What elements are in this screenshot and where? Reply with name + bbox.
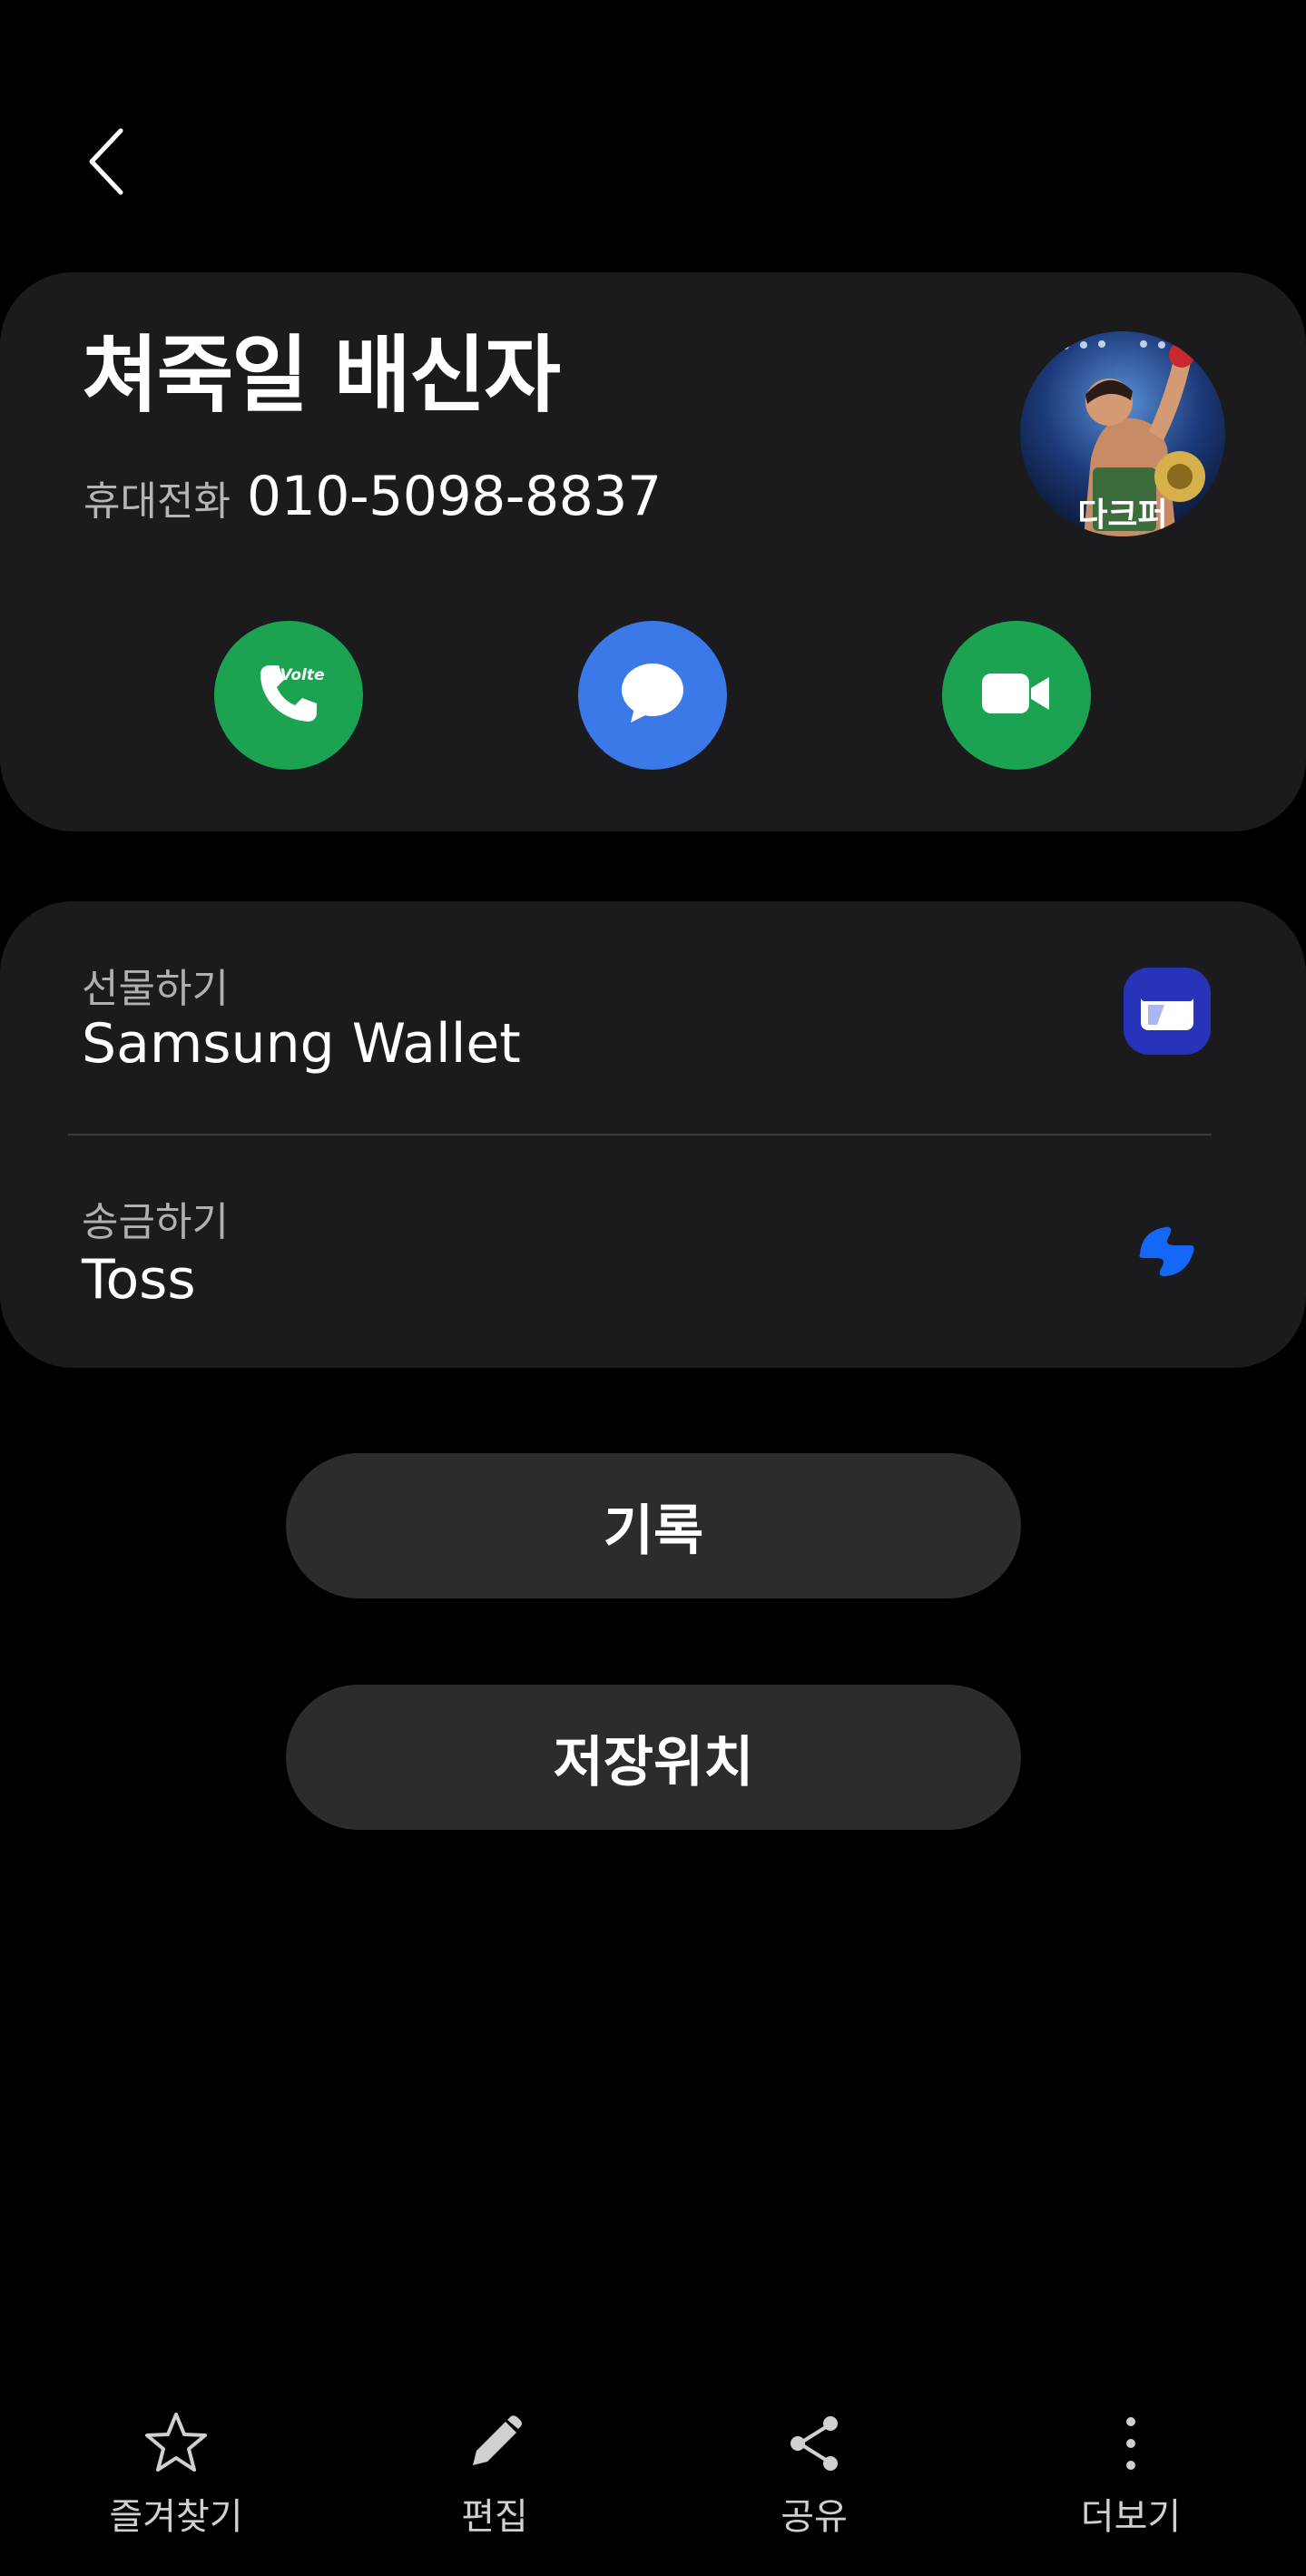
history-button[interactable]: 기록 <box>286 1453 1021 1598</box>
phone-type-label: 휴대전화 <box>83 478 231 525</box>
avatar[interactable]: 다크퍼 <box>1020 331 1225 536</box>
gift-label: 선물하기 <box>82 966 229 1012</box>
more-button[interactable]: 더보기 <box>995 2396 1267 2551</box>
bottom-toolbar: 즐겨찾기 편집 공유 더보기 <box>0 2396 1306 2551</box>
storage-location-button[interactable]: 저장위치 <box>286 1685 1021 1830</box>
phone-icon: Volte <box>248 653 329 738</box>
voice-call-button[interactable]: Volte <box>214 621 363 770</box>
share-button[interactable]: 공유 <box>678 2396 950 2551</box>
message-bubble-icon <box>616 657 689 733</box>
volte-badge: Volte <box>280 666 324 684</box>
chevron-left-icon <box>86 127 128 200</box>
contact-name: 쳐죽일 배신자 <box>82 327 561 424</box>
edit-button[interactable]: 편집 <box>358 2396 631 2551</box>
toss-label: Toss <box>82 1248 196 1312</box>
toss-icon[interactable] <box>1133 1218 1200 1285</box>
more-vertical-icon <box>1093 2405 1169 2482</box>
share-icon <box>776 2405 852 2482</box>
message-button[interactable] <box>578 621 727 770</box>
edit-label: 편집 <box>461 2496 528 2538</box>
send-money-toss-item[interactable]: 송금하기 Toss <box>0 1135 1306 1367</box>
more-label: 더보기 <box>1080 2496 1182 2538</box>
gift-samsung-wallet-item[interactable]: 선물하기 Samsung Wallet <box>0 901 1306 1134</box>
samsung-wallet-icon[interactable] <box>1124 968 1211 1055</box>
send-money-label: 송금하기 <box>82 1199 229 1245</box>
star-icon <box>138 2405 214 2482</box>
video-call-button[interactable] <box>942 621 1091 770</box>
avatar-text: 다크퍼 <box>1077 497 1167 534</box>
favorites-button[interactable]: 즐겨찾기 <box>40 2396 312 2551</box>
favorites-label: 즐겨찾기 <box>109 2496 243 2538</box>
share-label: 공유 <box>781 2496 848 2538</box>
phone-number[interactable]: 010-5098-8837 <box>247 465 662 528</box>
video-camera-icon <box>978 666 1055 724</box>
pencil-icon <box>457 2405 533 2482</box>
phone-row[interactable]: 휴대전화 010-5098-8837 <box>83 465 662 528</box>
back-button[interactable] <box>73 118 142 209</box>
samsung-wallet-label: Samsung Wallet <box>82 1012 521 1076</box>
